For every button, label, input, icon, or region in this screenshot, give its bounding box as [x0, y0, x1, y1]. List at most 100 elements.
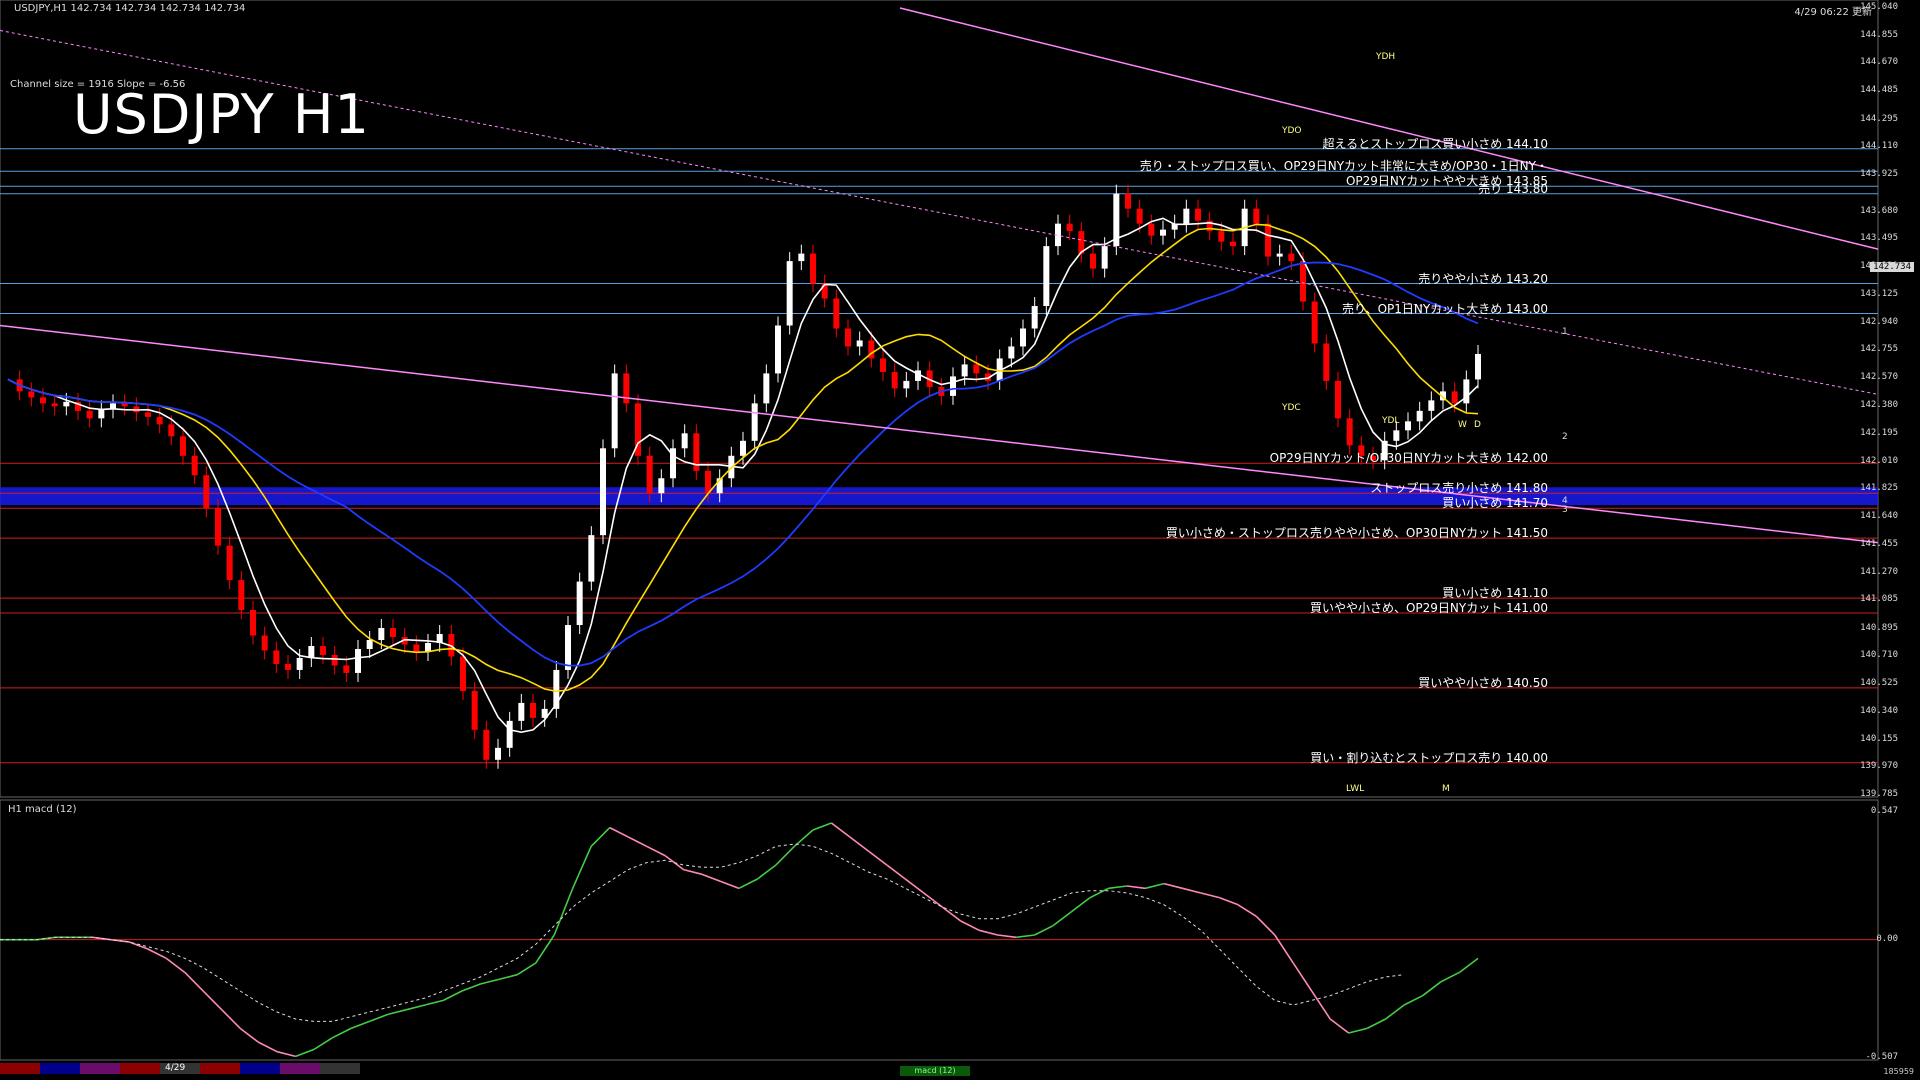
candle-body — [1475, 353, 1481, 380]
price-tick: 141.825 — [1860, 483, 1898, 494]
annotation-lwl: LWL — [1346, 784, 1365, 794]
candle-body — [705, 470, 711, 494]
level-label: 買い・割り込むとストップロス売り 140.00 — [1310, 750, 1548, 765]
candle-body — [40, 397, 46, 404]
candle-body — [681, 433, 688, 449]
candle-body — [215, 508, 221, 546]
macd-segment — [609, 826, 629, 838]
symbol-header: USDJPY,H1 142.734 142.734 142.734 142.73… — [14, 3, 246, 14]
candle-body — [530, 702, 536, 718]
macd-tick: 0.00 — [1876, 933, 1898, 944]
candle-body — [238, 580, 245, 611]
price-tick: 144.670 — [1860, 57, 1898, 68]
macd-segment — [812, 822, 832, 831]
macd-segment — [406, 1004, 426, 1011]
annotation-3: 3 — [1562, 505, 1568, 515]
annotation-ydl: YDL — [1382, 416, 1400, 426]
annotation-ydo: YDO — [1282, 126, 1302, 136]
period-strip-cell[interactable] — [320, 1063, 360, 1074]
macd-segment — [978, 929, 998, 936]
macd-segment — [627, 836, 647, 848]
macd-segment — [997, 934, 1017, 939]
candle-body — [891, 371, 898, 389]
annotation-4: 4 — [1562, 496, 1568, 506]
candle-body — [1090, 253, 1096, 269]
macd-pane-frame — [0, 799, 1879, 1061]
candle-body — [576, 581, 583, 626]
price-tick: 140.525 — [1860, 678, 1898, 689]
macd-tab[interactable]: macd (12) — [900, 1066, 970, 1076]
candle-body — [1463, 379, 1470, 404]
candle-body — [1276, 253, 1283, 257]
macd-segment — [941, 906, 962, 922]
macd-segment — [590, 827, 611, 847]
price-tick: 140.710 — [1860, 650, 1898, 661]
candle-body — [156, 416, 163, 425]
price-tick: 143.680 — [1860, 205, 1898, 216]
period-strip-cell[interactable] — [240, 1063, 280, 1074]
macd-segment — [1163, 882, 1183, 890]
candle-body — [390, 628, 396, 638]
candle-body — [1160, 229, 1166, 236]
macd-segment — [664, 855, 685, 871]
candle-body — [168, 424, 175, 437]
candle-body — [51, 403, 58, 407]
period-strip-cell[interactable] — [200, 1063, 240, 1074]
price-tick: 142.010 — [1860, 455, 1898, 466]
price-tick: 140.895 — [1860, 622, 1898, 633]
candle-body — [226, 545, 233, 581]
candle-body — [98, 409, 105, 419]
period-strip-cell[interactable] — [120, 1063, 160, 1074]
chart-title: USDJPY H1 — [73, 83, 370, 146]
candle-body — [1428, 400, 1435, 411]
price-tick: 140.340 — [1860, 705, 1898, 716]
candle-body — [763, 373, 770, 404]
candle-body — [798, 253, 805, 262]
candle-body — [1183, 208, 1190, 224]
period-strip-cell[interactable] — [80, 1063, 120, 1074]
candle-body — [1008, 346, 1015, 359]
macd-segment — [1311, 990, 1331, 1020]
last-price-badge: 142.734 — [1870, 262, 1914, 272]
candle-body — [961, 364, 968, 377]
candle-body — [1323, 343, 1330, 381]
macd-segment — [1089, 887, 1109, 899]
chart-canvas[interactable] — [0, 0, 1920, 1080]
candle-body — [1066, 223, 1073, 232]
candle-body — [1253, 208, 1260, 224]
candle-body — [1230, 241, 1236, 247]
macd-segment — [1422, 981, 1442, 997]
period-strip-cell[interactable] — [0, 1063, 40, 1074]
macd-segment — [849, 836, 869, 852]
period-strip-cell[interactable] — [280, 1063, 320, 1074]
macd-segment — [923, 892, 943, 908]
macd-segment — [480, 978, 500, 985]
candle-body — [740, 440, 746, 456]
candle-body — [518, 702, 525, 721]
annotation-2: 2 — [1562, 432, 1568, 442]
price-tick: 141.640 — [1860, 511, 1898, 522]
candle-body — [1101, 246, 1108, 269]
candle-body — [121, 403, 128, 407]
candle-body — [611, 373, 618, 449]
macd-segment — [1385, 1004, 1405, 1020]
candle-body — [1218, 231, 1225, 242]
annotation-ydh: YDH — [1376, 52, 1396, 62]
date-mark: 4/29 — [165, 1063, 186, 1073]
candle-body — [1451, 391, 1458, 404]
period-strip-cell[interactable] — [40, 1063, 80, 1074]
macd-segment — [350, 1020, 370, 1030]
candle-body — [1311, 301, 1318, 344]
candle-body — [845, 328, 851, 347]
price-tick: 141.085 — [1860, 594, 1898, 605]
macd-segment — [516, 962, 537, 976]
candle-body — [1265, 223, 1271, 257]
annotation-1: 1 — [1562, 327, 1568, 337]
candle-body — [495, 747, 501, 760]
price-tick: 142.755 — [1860, 344, 1898, 355]
candle-body — [28, 391, 35, 398]
price-tick: 142.940 — [1860, 316, 1898, 327]
candle-body — [460, 656, 466, 691]
macd-segment — [1366, 1018, 1386, 1030]
price-tick: 143.925 — [1860, 168, 1898, 179]
